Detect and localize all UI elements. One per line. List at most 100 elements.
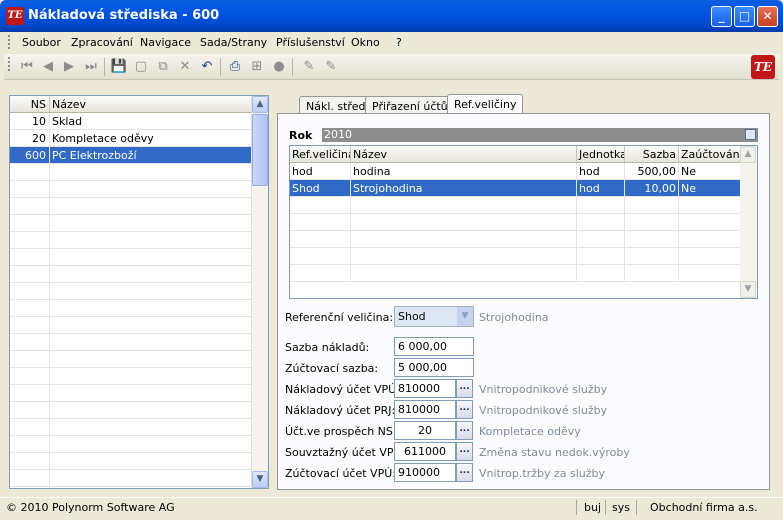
- maximize-button[interactable]: □: [734, 6, 755, 27]
- empty-row: [10, 368, 252, 385]
- edit-icon[interactable]: ✎: [300, 58, 318, 76]
- scroll-down-icon[interactable]: ▼: [252, 471, 268, 488]
- table-row[interactable]: hod hodina hod 500,00 Ne: [290, 163, 742, 180]
- table-row[interactable]: 10 Sklad: [10, 113, 252, 130]
- tree-icon[interactable]: ⊞: [248, 58, 266, 76]
- nakl-ucet-prj-desc: Vnitropodnikové služby: [479, 404, 608, 417]
- first-record-icon[interactable]: ⏮: [18, 58, 36, 76]
- status-separator: [605, 500, 606, 515]
- lookup-button[interactable]: ...: [456, 442, 473, 461]
- empty-row: [10, 470, 252, 487]
- column-header-nazev[interactable]: Název: [351, 146, 577, 162]
- ref-velicina-combo[interactable]: Shod ▼: [394, 306, 474, 327]
- zuctovaci-ucet-desc: Vnitrop.tržby za služby: [479, 467, 605, 480]
- calendar-icon[interactable]: [745, 129, 756, 140]
- menu-soubor[interactable]: Soubor: [22, 36, 61, 49]
- sazba-nakladu-label: Sazba nákladů:: [285, 341, 370, 354]
- scroll-up-icon[interactable]: ▲: [252, 96, 268, 113]
- menu-navigace[interactable]: Navigace: [140, 36, 191, 49]
- prev-record-icon[interactable]: ◀: [39, 58, 57, 76]
- stop-icon[interactable]: ●: [270, 58, 288, 76]
- lookup-button[interactable]: ...: [456, 400, 473, 419]
- column-header-ref[interactable]: Ref.veličina: [290, 146, 351, 162]
- empty-row: [10, 436, 252, 453]
- souvztazny-ucet-label: Souvztažný účet VPÚ:: [285, 446, 406, 459]
- cell-posted: Ne: [679, 163, 742, 179]
- print-icon[interactable]: ⎙: [226, 58, 244, 76]
- scroll-up-icon[interactable]: ▲: [740, 146, 756, 163]
- tab-ref-veliciny[interactable]: Ref.veličiny: [447, 94, 524, 115]
- zuctovaci-sazba-field[interactable]: 5 000,00: [394, 358, 474, 377]
- grid-header: Ref.veličina Název Jednotka Sazba Zaúčto…: [290, 146, 742, 163]
- new-icon[interactable]: ▢: [132, 58, 150, 76]
- undo-icon[interactable]: ↶: [198, 58, 216, 76]
- empty-row: [10, 283, 252, 300]
- menu-okno[interactable]: Okno: [351, 36, 380, 49]
- status-separator: [636, 500, 637, 515]
- lookup-button[interactable]: ...: [456, 379, 473, 398]
- cell-ref: hod: [290, 163, 351, 179]
- zuctovaci-ucet-label: Zúčtovací účet VPÚ:: [285, 467, 396, 480]
- delete-icon[interactable]: ✕: [176, 58, 194, 76]
- edit2-icon[interactable]: ✎: [322, 58, 340, 76]
- toolbar: ⏮ ◀ ▶ ⏭ 💾 ▢ ⧉ ✕ ↶ ⎙ ⊞ ● ✎ ✎ TE: [4, 54, 779, 80]
- cell-name: Sklad: [52, 115, 83, 128]
- table-row-selected[interactable]: 600 PC Elektrozboží: [10, 147, 252, 164]
- empty-row: [10, 249, 252, 266]
- status-company: Obchodní firma a.s.: [650, 501, 758, 514]
- lookup-button[interactable]: ...: [456, 463, 473, 482]
- empty-row: [290, 231, 742, 248]
- empty-row: [10, 198, 252, 215]
- sazba-nakladu-field[interactable]: 6 000,00: [394, 337, 474, 356]
- souvztazny-ucet-desc: Změna stavu nedok.výroby: [479, 446, 630, 459]
- nakl-ucet-vpu-field[interactable]: 810000: [394, 379, 456, 398]
- menu-help[interactable]: ?: [396, 36, 402, 49]
- scroll-down-icon[interactable]: ▼: [740, 281, 756, 298]
- close-button[interactable]: ✕: [757, 6, 778, 27]
- toolbar-separator: [292, 58, 293, 76]
- chevron-down-icon[interactable]: ▼: [457, 307, 473, 326]
- last-record-icon[interactable]: ⏭: [82, 58, 100, 76]
- copy-icon[interactable]: ⧉: [154, 58, 172, 76]
- uct-prospech-ns-desc: Kompletace oděvy: [479, 425, 581, 438]
- menu-zpracovani[interactable]: Zpracování: [71, 36, 133, 49]
- save-icon[interactable]: 💾: [110, 58, 128, 76]
- empty-row: [10, 215, 252, 232]
- next-record-icon[interactable]: ▶: [60, 58, 78, 76]
- nakl-ucet-prj-label: Nákladový účet PRJ:: [285, 404, 396, 417]
- vertical-scrollbar[interactable]: ▲ ▼: [251, 96, 268, 488]
- ref-velicina-label: Referenční veličina:: [285, 311, 394, 324]
- nakl-ucet-prj-field[interactable]: 810000: [394, 400, 456, 419]
- zuctovaci-ucet-field[interactable]: 910000: [394, 463, 456, 482]
- menu-prislusenstvi[interactable]: Příslušenství: [276, 36, 345, 49]
- column-header-sazba[interactable]: Sazba: [625, 146, 679, 162]
- brand-logo-icon: TE: [751, 55, 775, 79]
- vertical-scrollbar[interactable]: ▲ ▼: [740, 146, 757, 298]
- column-header-nazev[interactable]: Název: [50, 96, 86, 112]
- table-row[interactable]: 20 Kompletace oděvy: [10, 130, 252, 147]
- uct-prospech-ns-field[interactable]: 20: [394, 421, 456, 440]
- rok-field[interactable]: 2010: [322, 128, 758, 142]
- menu-bar: Soubor Zpracování Navigace Sada/Strany P…: [4, 32, 779, 52]
- column-header-jednotka[interactable]: Jednotka: [577, 146, 625, 162]
- column-header-zauctovano[interactable]: Zaúčtováno: [679, 146, 742, 162]
- app-logo-icon[interactable]: TE: [6, 7, 24, 25]
- column-header-ns[interactable]: NS: [10, 96, 50, 112]
- minimize-button[interactable]: _: [711, 6, 732, 27]
- cell-name: Strojohodina: [351, 180, 577, 196]
- cell-name: hodina: [351, 163, 577, 179]
- menu-sada-strany[interactable]: Sada/Strany: [200, 36, 267, 49]
- cell-name: PC Elektrozboží: [52, 149, 137, 162]
- title-bar: TE Nákladová střediska - 600 _ □ ✕: [0, 0, 783, 32]
- scroll-thumb[interactable]: [252, 114, 268, 186]
- lookup-button[interactable]: ...: [456, 421, 473, 440]
- cell-ns: 20: [10, 130, 50, 146]
- table-row-selected[interactable]: Shod Strojohodina hod 10,00 Ne: [290, 180, 742, 197]
- cell-rate: 500,00: [625, 163, 679, 179]
- status-user: buj: [584, 501, 602, 514]
- cell-ns: 600: [10, 147, 50, 163]
- souvztazny-ucet-field[interactable]: 611000: [394, 442, 456, 461]
- empty-row: [10, 181, 252, 198]
- empty-row: [10, 334, 252, 351]
- tab-prirazeni-uctu[interactable]: Přiřazení účtů: [365, 96, 455, 114]
